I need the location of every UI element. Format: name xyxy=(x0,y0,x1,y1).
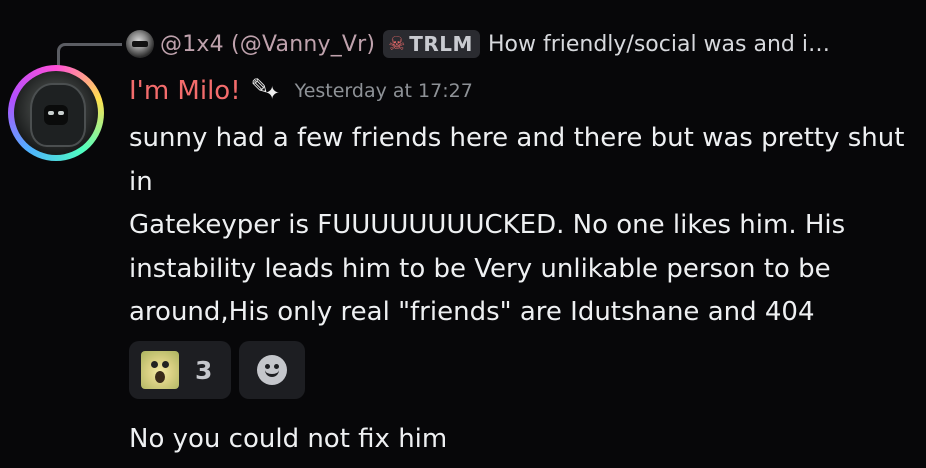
reply-preview-text[interactable]: How friendly/social was and i… xyxy=(488,32,830,57)
clan-tag-label: TRLM xyxy=(409,32,473,56)
screaming-face-emoji-icon xyxy=(141,351,179,389)
next-message-text: No you could not fix him xyxy=(129,424,448,454)
smiley-add-icon xyxy=(257,355,287,385)
reactions-bar: 3 xyxy=(129,341,305,399)
message-content: sunny had a few friends here and there b… xyxy=(129,117,909,335)
skull-icon: ☠ xyxy=(388,32,406,55)
clan-tag[interactable]: ☠ TRLM xyxy=(383,30,480,58)
reply-author-name[interactable]: @1x4 (@Vanny_Vr) xyxy=(160,32,375,57)
message-line: sunny had a few friends here and there b… xyxy=(129,123,905,197)
reaction-button[interactable]: 3 xyxy=(129,341,231,399)
message-timestamp[interactable]: Yesterday at 17:27 xyxy=(295,80,473,102)
message-line: Gatekeyper is FUUUUUUUUCKED. No one like… xyxy=(129,210,846,327)
reply-author-avatar[interactable] xyxy=(126,30,154,58)
author-avatar[interactable] xyxy=(8,65,104,161)
add-reaction-button[interactable] xyxy=(239,341,305,399)
reaction-count: 3 xyxy=(195,355,213,385)
author-name[interactable]: I'm Milo! xyxy=(129,76,241,106)
message-header: I'm Milo! ✎ ✦ Yesterday at 17:27 xyxy=(129,72,473,110)
reply-preview[interactable]: @1x4 (@Vanny_Vr) ☠ TRLM How friendly/soc… xyxy=(126,27,830,61)
user-badge-icon[interactable]: ✎ ✦ xyxy=(251,75,287,107)
